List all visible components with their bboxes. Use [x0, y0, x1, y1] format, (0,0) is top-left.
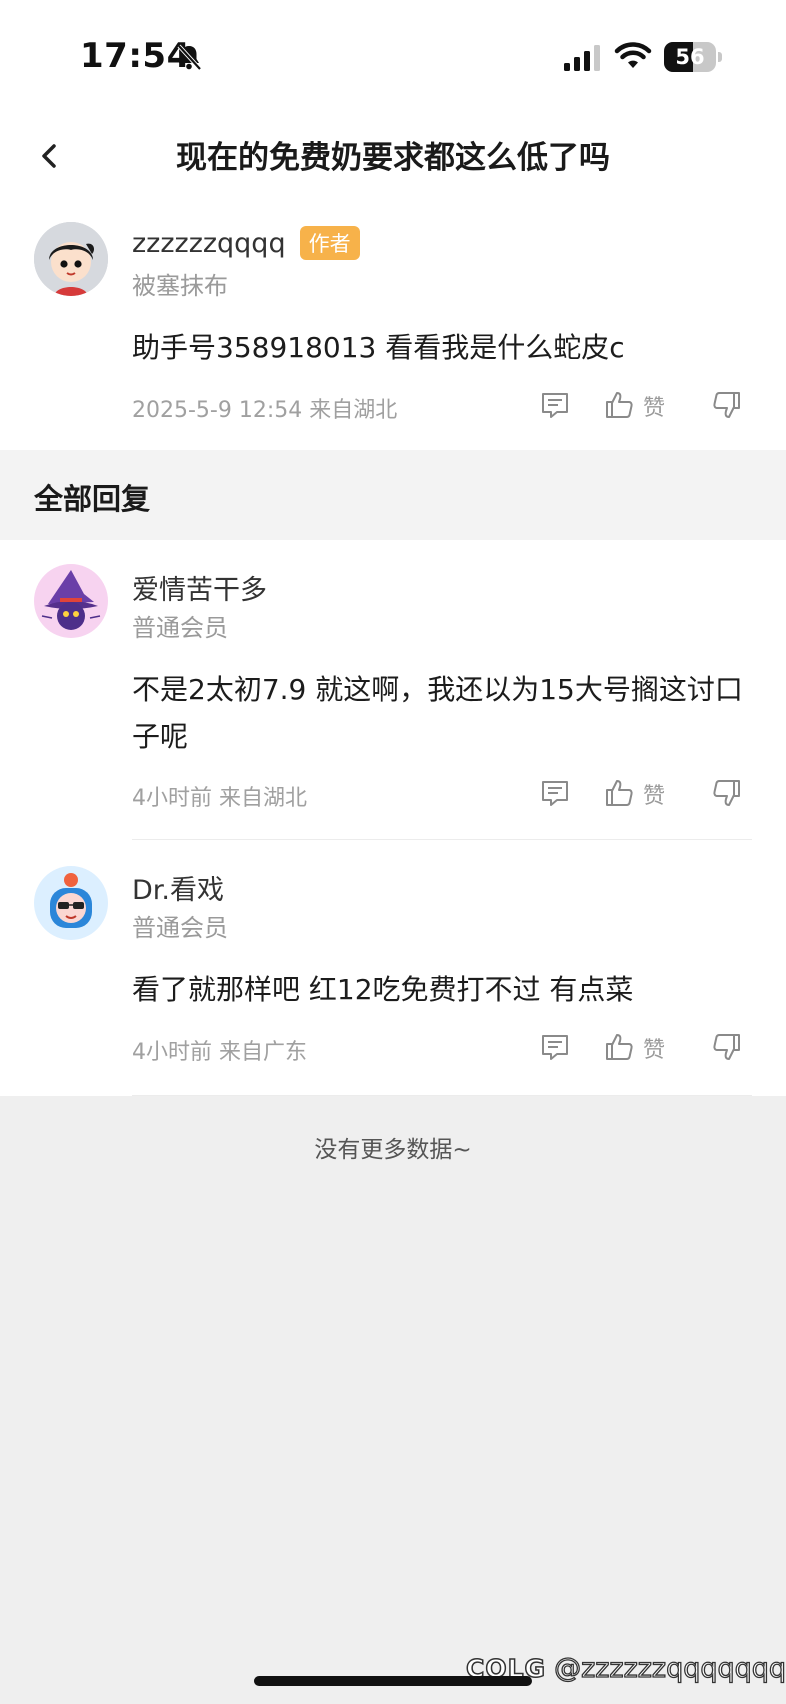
- reply-text: 看了就那样吧 红12吃免费打不过 有点菜: [132, 973, 634, 1006]
- username[interactable]: 爱情苦干多: [132, 568, 267, 607]
- post-text: 助手号358918013 看看我是什么蛇皮c: [132, 331, 625, 364]
- reply-text: 不是2太初7.9 就这啊，我还以为15大号搁这讨口子呢: [132, 673, 743, 753]
- divider: [132, 1095, 752, 1096]
- like-label[interactable]: 赞: [643, 390, 665, 422]
- thumbs-down-icon[interactable]: [712, 778, 742, 808]
- replies-header: 全部回复: [0, 450, 786, 540]
- comment-icon[interactable]: [540, 1032, 570, 1062]
- battery-indicator: 56: [664, 42, 722, 72]
- status-bar: 17:54 56: [0, 0, 786, 110]
- battery-percent: 56: [675, 45, 705, 69]
- thumbs-down-icon[interactable]: [712, 390, 742, 420]
- divider: [132, 839, 752, 840]
- no-more-data: 没有更多数据~: [314, 1137, 472, 1163]
- chevron-left-icon[interactable]: [32, 138, 68, 174]
- like-label[interactable]: 赞: [643, 778, 665, 810]
- replies-header-title: 全部回复: [34, 482, 151, 516]
- wifi-icon: [614, 42, 652, 68]
- thumbs-up-icon[interactable]: [604, 390, 634, 420]
- nav-bar: 现在的免费奶要求都这么低了吗: [0, 110, 786, 206]
- comment-icon[interactable]: [540, 778, 570, 808]
- user-level: 被塞抹布: [132, 272, 228, 300]
- user-level: 普通会员: [132, 614, 228, 642]
- page-title: 现在的免费奶要求都这么低了吗: [176, 140, 610, 176]
- author-badge: 作者: [299, 226, 360, 260]
- comment-icon[interactable]: [540, 390, 570, 420]
- username[interactable]: Dr.看戏: [132, 868, 224, 907]
- bell-slash-icon: [177, 44, 202, 71]
- username[interactable]: zzzzzzqqqq: [132, 228, 286, 259]
- thumbs-up-icon[interactable]: [604, 1032, 634, 1062]
- user-level: 普通会员: [132, 914, 228, 942]
- thumbs-up-icon[interactable]: [604, 778, 634, 808]
- avatar[interactable]: [34, 866, 108, 940]
- replies-list: 爱情苦干多 普通会员 不是2太初7.9 就这啊，我还以为15大号搁这讨口子呢 4…: [0, 540, 786, 1096]
- like-label[interactable]: 赞: [643, 1032, 665, 1064]
- watermark-handle: @zzzzzzqqqqqqq: [553, 1652, 786, 1684]
- cellular-signal-icon: [564, 45, 600, 71]
- thumbs-down-icon[interactable]: [712, 1032, 742, 1062]
- home-indicator[interactable]: [254, 1676, 532, 1686]
- avatar[interactable]: [34, 564, 108, 638]
- original-post: zzzzzzqqqq 作者 被塞抹布 助手号358918013 看看我是什么蛇皮…: [0, 206, 786, 450]
- avatar[interactable]: [34, 222, 108, 296]
